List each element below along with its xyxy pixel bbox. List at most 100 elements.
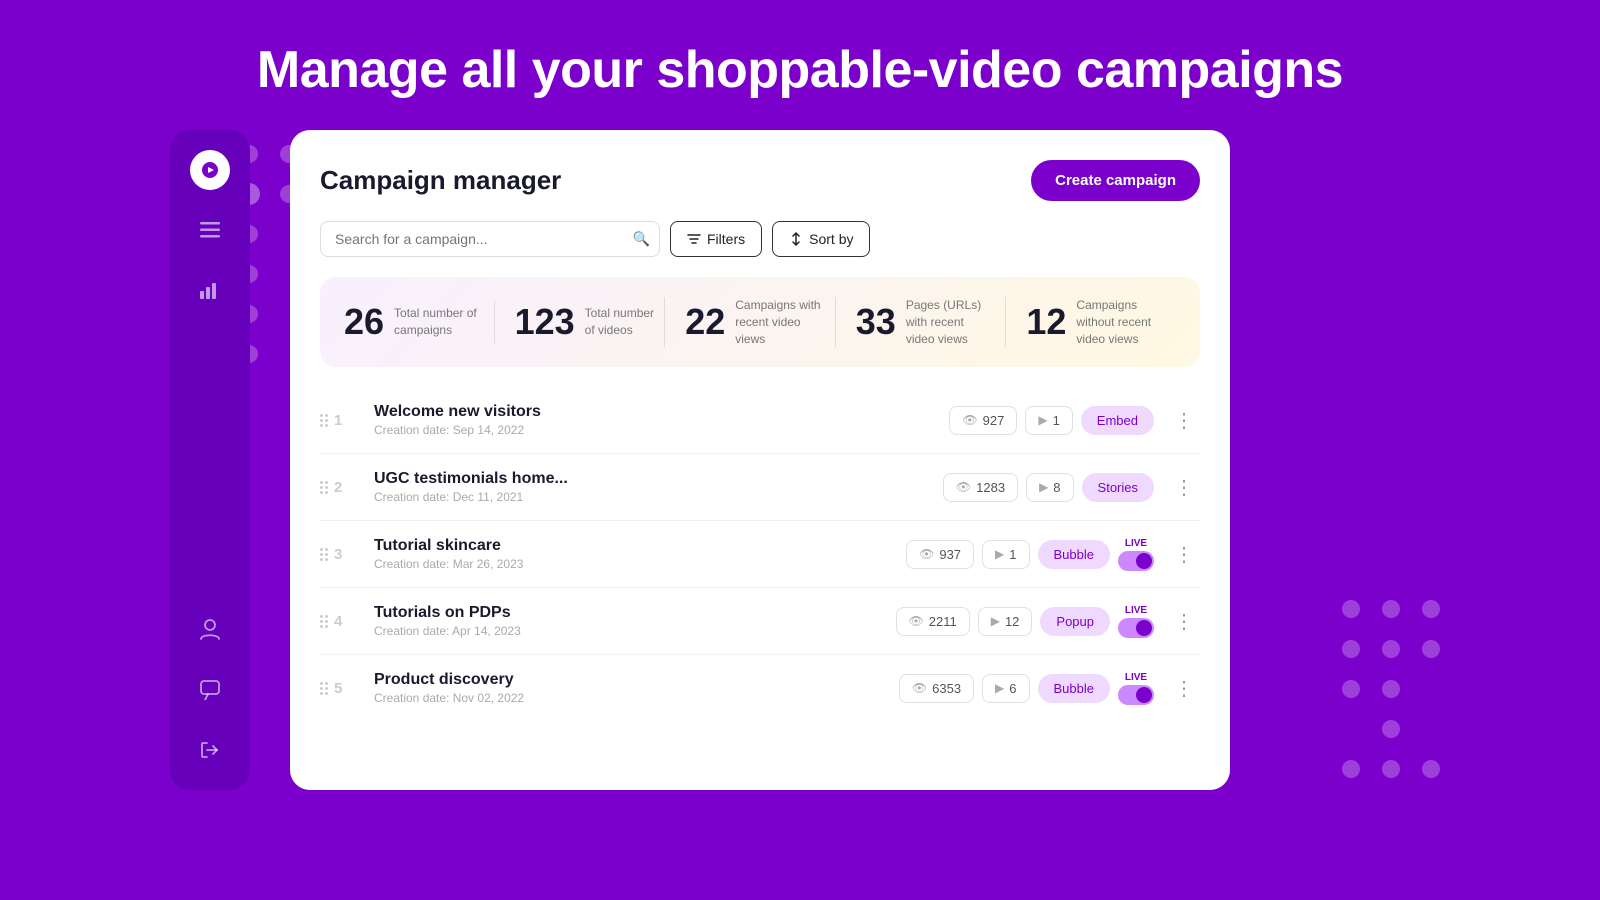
campaign-info-1: UGC testimonials home... Creation date: … xyxy=(374,470,929,504)
drag-dots-2 xyxy=(320,548,328,561)
search-icon: 🔍 xyxy=(633,231,650,248)
more-options-button-3[interactable]: ⋮ xyxy=(1168,605,1200,637)
more-options-button-1[interactable]: ⋮ xyxy=(1168,471,1200,503)
campaign-date-3: Creation date: Apr 14, 2023 xyxy=(374,624,882,638)
campaign-info-0: Welcome new visitors Creation date: Sep … xyxy=(374,403,935,437)
drag-dot xyxy=(325,682,328,685)
drag-handle-2: 3 xyxy=(320,546,360,563)
drag-dot xyxy=(325,491,328,494)
drag-dot xyxy=(325,558,328,561)
sidebar xyxy=(170,130,250,790)
videos-pill-3: ▶ 12 xyxy=(978,607,1033,636)
filters-button[interactable]: Filters xyxy=(670,221,762,257)
video-icon-3: ▶ xyxy=(991,614,1000,628)
drag-dot xyxy=(320,424,323,427)
drag-dot xyxy=(320,687,323,690)
sidebar-icon-analytics[interactable] xyxy=(190,270,230,310)
drag-dot xyxy=(325,615,328,618)
campaign-num-1: 2 xyxy=(334,479,342,496)
drag-dots-0 xyxy=(320,414,328,427)
panel-title: Campaign manager xyxy=(320,165,561,196)
videos-count-3: 12 xyxy=(1005,614,1019,629)
drag-handle-4: 5 xyxy=(320,680,360,697)
video-icon-1: ▶ xyxy=(1039,480,1048,494)
table-row: 1 Welcome new visitors Creation date: Se… xyxy=(320,387,1200,454)
campaign-name-4: Product discovery xyxy=(374,671,885,689)
live-toggle-4[interactable]: LIVE xyxy=(1118,672,1154,705)
campaign-stats-0: 👁 927 ▶ 1 Embed xyxy=(949,406,1154,435)
drag-dot xyxy=(320,553,323,556)
campaign-name-0: Welcome new visitors xyxy=(374,403,935,421)
stat-item-0: 26 Total number of campaigns xyxy=(344,301,494,343)
table-row: 3 Tutorial skincare Creation date: Mar 2… xyxy=(320,521,1200,588)
sidebar-icon-menu[interactable] xyxy=(190,210,230,250)
more-options-button-0[interactable]: ⋮ xyxy=(1168,404,1200,436)
toggle-knob-3 xyxy=(1136,620,1152,636)
toggle-track-2[interactable] xyxy=(1118,551,1154,571)
create-campaign-button[interactable]: Create campaign xyxy=(1031,160,1200,201)
sidebar-icon-chat[interactable] xyxy=(190,670,230,710)
views-count-4: 6353 xyxy=(932,681,961,696)
table-row: 4 Tutorials on PDPs Creation date: Apr 1… xyxy=(320,588,1200,655)
eye-icon-2: 👁 xyxy=(919,547,934,561)
live-toggle-3[interactable]: LIVE xyxy=(1118,605,1154,638)
videos-pill-2: ▶ 1 xyxy=(982,540,1029,569)
campaign-info-3: Tutorials on PDPs Creation date: Apr 14,… xyxy=(374,604,882,638)
live-toggle-2[interactable]: LIVE xyxy=(1118,538,1154,571)
sidebar-icon-play[interactable] xyxy=(190,150,230,190)
type-badge-0: Embed xyxy=(1081,406,1154,435)
type-badge-3: Popup xyxy=(1040,607,1110,636)
drag-dot xyxy=(325,553,328,556)
sidebar-icon-user[interactable] xyxy=(190,610,230,650)
views-pill-3: 👁 2211 xyxy=(896,607,970,636)
drag-dot xyxy=(325,548,328,551)
campaign-num-4: 5 xyxy=(334,680,342,697)
campaign-list: 1 Welcome new visitors Creation date: Se… xyxy=(320,387,1200,721)
type-badge-1: Stories xyxy=(1082,473,1154,502)
videos-count-1: 8 xyxy=(1053,480,1060,495)
search-input[interactable] xyxy=(320,221,660,257)
drag-dot xyxy=(325,424,328,427)
more-options-button-2[interactable]: ⋮ xyxy=(1168,538,1200,570)
drag-dot xyxy=(325,620,328,623)
drag-dots-4 xyxy=(320,682,328,695)
videos-count-0: 1 xyxy=(1053,413,1060,428)
stat-label-0: Total number of campaigns xyxy=(394,305,484,339)
type-badge-4: Bubble xyxy=(1038,674,1110,703)
campaign-num-2: 3 xyxy=(334,546,342,563)
live-label-3: LIVE xyxy=(1125,605,1147,616)
drag-dot xyxy=(325,625,328,628)
drag-dot xyxy=(320,486,323,489)
drag-dot xyxy=(320,481,323,484)
filter-icon xyxy=(687,232,701,246)
type-badge-2: Bubble xyxy=(1038,540,1110,569)
toggle-track-3[interactable] xyxy=(1118,618,1154,638)
video-icon-4: ▶ xyxy=(995,681,1004,695)
drag-dot xyxy=(325,486,328,489)
more-options-button-4[interactable]: ⋮ xyxy=(1168,672,1200,704)
sort-button[interactable]: Sort by xyxy=(772,221,870,257)
drag-handle-3: 4 xyxy=(320,613,360,630)
views-pill-0: 👁 927 xyxy=(949,406,1017,435)
toggle-knob-2 xyxy=(1136,553,1152,569)
drag-dot xyxy=(325,687,328,690)
page-title: Manage all your shoppable-video campaign… xyxy=(0,40,1600,100)
drag-dot xyxy=(325,419,328,422)
campaign-stats-1: 👁 1283 ▶ 8 Stories xyxy=(943,473,1154,502)
drag-dots-3 xyxy=(320,615,328,628)
views-pill-1: 👁 1283 xyxy=(943,473,1018,502)
campaign-stats-3: 👁 2211 ▶ 12 Popup LIVE xyxy=(896,605,1155,638)
drag-dot xyxy=(320,692,323,695)
videos-pill-4: ▶ 6 xyxy=(982,674,1029,703)
campaign-stats-2: 👁 937 ▶ 1 Bubble LIVE xyxy=(906,538,1154,571)
video-icon-0: ▶ xyxy=(1038,413,1047,427)
sidebar-icon-logout[interactable] xyxy=(190,730,230,770)
views-pill-4: 👁 6353 xyxy=(899,674,974,703)
drag-dots-1 xyxy=(320,481,328,494)
stat-label-1: Total number of videos xyxy=(585,305,665,339)
toggle-track-4[interactable] xyxy=(1118,685,1154,705)
stat-item-4: 12 Campaigns without recent video views xyxy=(1005,297,1176,347)
drag-dot xyxy=(325,414,328,417)
drag-dot xyxy=(320,548,323,551)
views-count-0: 927 xyxy=(983,413,1005,428)
